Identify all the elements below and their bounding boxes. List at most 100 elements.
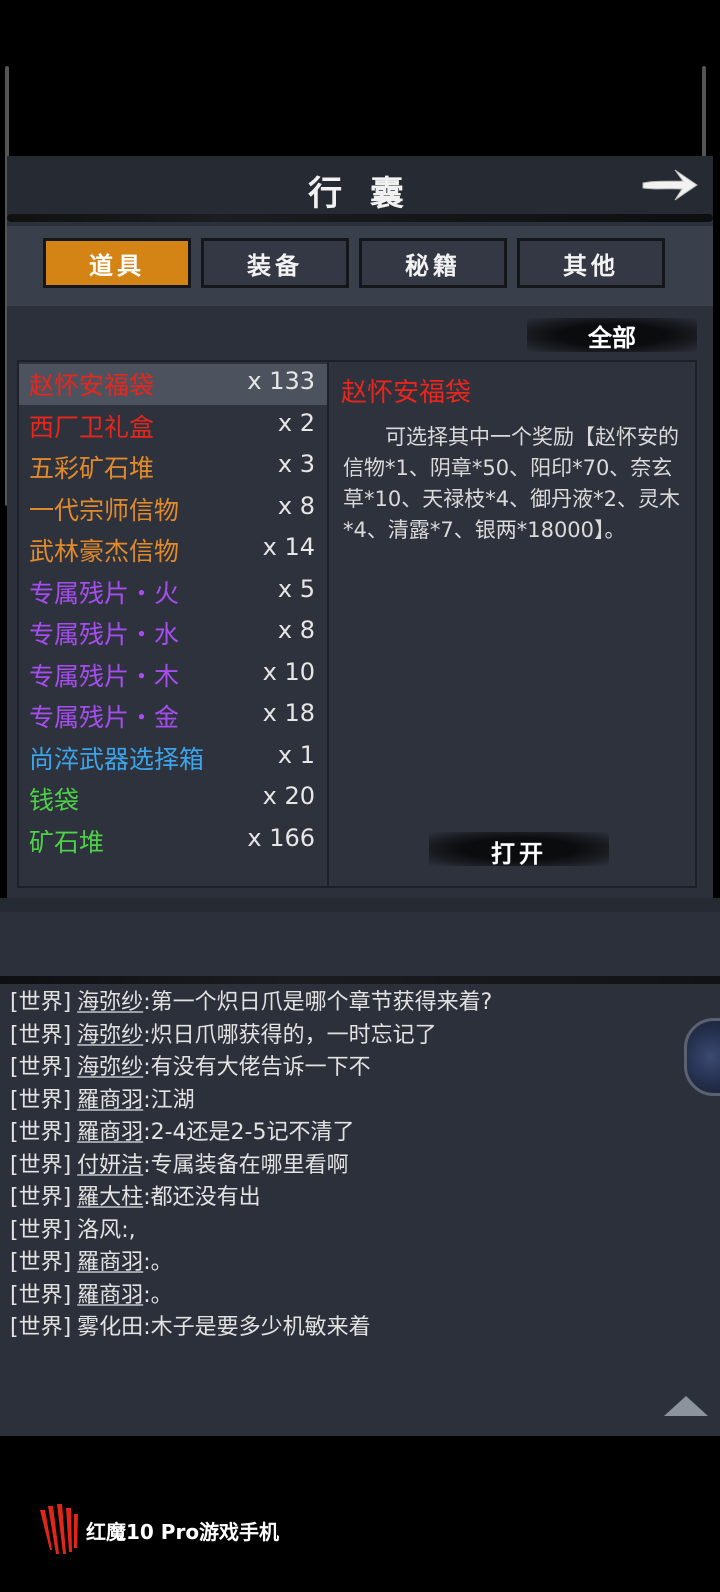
chat-channel: [世界]: [10, 1185, 72, 1210]
panel-shadow: [0, 898, 720, 912]
chat-message: [世界] 羅商羽:。: [10, 1277, 173, 1309]
chat-text: :2-4还是2-5记不清了: [143, 1120, 355, 1145]
item-name: 五彩矿石堆: [29, 454, 155, 483]
item-quantity: x 5: [277, 574, 315, 603]
item-name: 武林豪杰信物: [29, 537, 180, 566]
list-item[interactable]: 矿石堆 x 166: [19, 821, 327, 862]
item-detail-panel: 赵怀安福袋 可选择其中一个奖励【赵怀安的信物*1、阴章*50、阳印*70、奈玄草…: [327, 360, 697, 888]
chat-username[interactable]: 海弥纱: [77, 1023, 143, 1048]
chat-message: [世界] 海弥纱:炽日爪哪获得的，一时忘记了: [10, 1017, 437, 1049]
chat-panel[interactable]: [世界] 海弥纱:第一个炽日爪是哪个章节获得来着? [世界] 海弥纱:炽日爪哪获得的，…: [0, 976, 720, 1436]
chat-message: [世界] 海弥纱:有没有大佬告诉一下不: [10, 1049, 371, 1081]
chat-channel: [世界]: [10, 1250, 72, 1275]
chat-message: [世界] 洛风:,: [10, 1212, 136, 1244]
item-name: 矿石堆: [29, 827, 105, 857]
tab-items[interactable]: 道具: [43, 238, 191, 288]
item-quantity: x 166: [247, 823, 315, 852]
chat-username[interactable]: 海弥纱: [77, 990, 143, 1015]
chat-channel: [世界]: [10, 1282, 72, 1308]
chat-text: :专属装备在哪里看啊: [143, 1152, 349, 1178]
chat-username[interactable]: 海弥纱: [77, 1055, 143, 1080]
chat-text: :,: [121, 1217, 136, 1243]
item-quantity: x 133: [247, 367, 315, 395]
watermark-text: 红魔10 Pro游戏手机: [86, 1520, 280, 1544]
list-item[interactable]: 五彩矿石堆 x 3: [19, 447, 327, 488]
item-name: 钱袋: [29, 786, 80, 815]
detail-title: 赵怀安福袋: [341, 378, 472, 408]
filter-label: 全部: [588, 323, 636, 352]
chat-message: [世界] 羅商羽:。: [10, 1244, 173, 1276]
chat-username[interactable]: 羅商羽: [77, 1283, 143, 1308]
item-quantity: x 8: [277, 491, 315, 520]
item-quantity: x 10: [262, 657, 315, 686]
chat-channel: [世界]: [10, 1315, 72, 1340]
list-item[interactable]: 西厂卫礼盒 x 2: [19, 406, 327, 447]
chat-channel: [世界]: [10, 1120, 72, 1145]
list-item[interactable]: 钱袋 x 20: [19, 779, 327, 820]
chat-message: [世界] 雾化田:木子是要多少机敏来着: [10, 1309, 371, 1341]
chat-text: :。: [143, 1250, 173, 1275]
item-quantity: x 20: [262, 782, 315, 810]
chat-message: [世界] 海弥纱:第一个炽日爪是哪个章节获得来着?: [10, 984, 492, 1016]
list-item[interactable]: 一代宗师信物 x 8: [19, 489, 327, 530]
chat-text: :木子是要多少机敏来着: [143, 1315, 371, 1340]
chat-username[interactable]: 羅商羽: [77, 1088, 143, 1113]
chat-message: [世界] 羅商羽:2-4还是2-5记不清了: [10, 1114, 354, 1146]
chat-username[interactable]: 羅商羽: [77, 1250, 143, 1275]
list-item[interactable]: 专属残片・木 x 10: [19, 655, 327, 696]
game-background: [0, 912, 720, 980]
tab-other[interactable]: 其他: [517, 238, 665, 288]
item-quantity: x 14: [262, 533, 315, 561]
chat-channel: [世界]: [10, 1055, 72, 1080]
chat-message: [世界] 付妍洁:专属装备在哪里看啊: [10, 1147, 349, 1179]
chat-text: :。: [143, 1282, 173, 1308]
chat-channel: [世界]: [10, 1087, 72, 1113]
chat-channel: [世界]: [10, 990, 72, 1015]
item-quantity: x 8: [277, 616, 315, 644]
tab-equipment[interactable]: 装备: [201, 238, 349, 288]
chat-message: [世界] 羅商羽:江湖: [10, 1082, 195, 1114]
item-name: 一代宗师信物: [29, 495, 180, 525]
chat-username[interactable]: 洛风: [77, 1218, 121, 1243]
item-quantity: x 3: [277, 450, 315, 478]
item-name: 专属残片・水: [29, 620, 180, 649]
open-button-label: 打开: [491, 839, 547, 868]
list-item[interactable]: 尚淬武器选择箱 x 1: [19, 738, 327, 779]
detail-description: 可选择其中一个奖励【赵怀安的信物*1、阴章*50、阳印*70、奈玄草*10、天禄…: [343, 425, 680, 542]
chat-username[interactable]: 羅商羽: [77, 1120, 143, 1145]
chat-text: :第一个炽日爪是哪个章节获得来着?: [143, 990, 493, 1015]
item-quantity: x 18: [262, 699, 315, 727]
arrow-right-icon[interactable]: [639, 164, 701, 206]
chat-username[interactable]: 雾化田: [77, 1315, 143, 1340]
list-item[interactable]: 专属残片・火 x 5: [19, 572, 327, 613]
category-tabs: 道具 装备 秘籍 其他: [43, 238, 683, 290]
list-item[interactable]: 专属残片・金 x 18: [19, 696, 327, 737]
list-item[interactable]: 武林豪杰信物 x 14: [19, 530, 327, 571]
chat-channel: [世界]: [10, 1152, 72, 1178]
chat-username[interactable]: 付妍洁: [77, 1153, 143, 1178]
list-item[interactable]: 赵怀安福袋 x 133: [19, 364, 327, 405]
item-name: 专属残片・木: [29, 661, 180, 691]
tab-manuals[interactable]: 秘籍: [359, 238, 507, 288]
item-quantity: x 1: [277, 740, 315, 769]
red-magic-logo-icon: [40, 1504, 78, 1554]
chat-text: :炽日爪哪获得的，一时忘记了: [143, 1022, 437, 1048]
page-title: 行 囊: [308, 174, 412, 214]
item-quantity: x 2: [277, 408, 315, 437]
list-item[interactable]: 专属残片・水 x 8: [19, 613, 327, 654]
side-menu-emblem-icon[interactable]: [684, 1018, 720, 1096]
open-button[interactable]: 打开: [429, 828, 609, 872]
chat-channel: [世界]: [10, 1022, 72, 1048]
item-list[interactable]: 赵怀安福袋 x 133 西厂卫礼盒 x 2 五彩矿石堆 x 3 一代宗师信物 x 8 武林豪杰信…: [17, 360, 329, 888]
filter-button[interactable]: 全部: [527, 314, 697, 356]
item-name: 尚淬武器选择箱: [29, 744, 205, 774]
item-name: 专属残片・金: [29, 703, 180, 732]
chat-text: :有没有大佬告诉一下不: [143, 1055, 371, 1080]
chat-username[interactable]: 羅大柱: [77, 1185, 143, 1210]
scroll-up-triangle-icon[interactable]: [664, 1396, 708, 1416]
chat-message: [世界] 羅大柱:都还没有出: [10, 1179, 261, 1211]
phone-watermark: 红魔10 Pro游戏手机: [36, 1496, 296, 1556]
chat-text: :江湖: [143, 1087, 195, 1113]
item-name: 专属残片・火: [29, 578, 180, 608]
item-name: 西厂卫礼盒: [29, 412, 155, 442]
